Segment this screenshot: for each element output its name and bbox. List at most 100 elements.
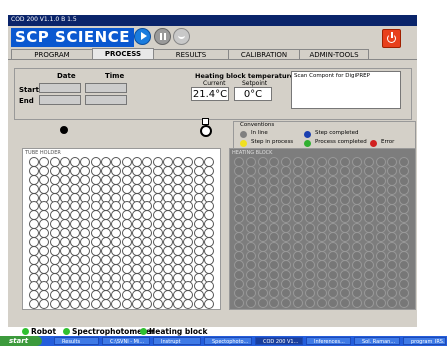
heating-slot[interactable] <box>328 260 339 271</box>
heating-slot[interactable] <box>387 288 398 299</box>
tube-slot[interactable] <box>173 299 184 310</box>
heating-slot[interactable] <box>399 166 410 177</box>
heating-slot[interactable] <box>363 288 374 299</box>
heating-slot[interactable] <box>269 288 280 299</box>
heating-slot[interactable] <box>316 185 327 196</box>
tube-slot[interactable] <box>101 299 112 310</box>
heating-slot[interactable] <box>351 260 362 271</box>
heating-slot[interactable] <box>281 232 292 243</box>
heating-slot[interactable] <box>304 297 315 308</box>
heating-slot[interactable] <box>351 297 362 308</box>
tube-slot[interactable] <box>193 299 204 310</box>
heating-slot[interactable] <box>292 260 303 271</box>
heating-slot[interactable] <box>316 166 327 177</box>
heating-slot[interactable] <box>234 288 244 299</box>
stop-button[interactable] <box>173 28 190 45</box>
heating-slot[interactable] <box>340 232 351 243</box>
heating-slot[interactable] <box>257 166 268 177</box>
heating-slot[interactable] <box>281 297 292 308</box>
heating-slot[interactable] <box>245 213 256 224</box>
tube-slot[interactable] <box>204 299 215 310</box>
tube-slot[interactable] <box>80 299 91 310</box>
heating-slot[interactable] <box>257 260 268 271</box>
heating-slot[interactable] <box>375 288 386 299</box>
heating-slot[interactable] <box>292 297 303 308</box>
heating-slot[interactable] <box>375 260 386 271</box>
heating-slot[interactable] <box>363 213 374 224</box>
heating-slot[interactable] <box>399 185 410 196</box>
heating-slot[interactable] <box>245 185 256 196</box>
heating-slot[interactable] <box>304 232 315 243</box>
heating-slot[interactable] <box>234 166 244 177</box>
play-button[interactable] <box>134 28 151 45</box>
heating-slot[interactable] <box>269 232 280 243</box>
heating-slot[interactable] <box>292 232 303 243</box>
heating-slot[interactable] <box>304 166 315 177</box>
heating-slot[interactable] <box>257 297 268 308</box>
heating-slot[interactable] <box>363 297 374 308</box>
heating-slot[interactable] <box>245 297 256 308</box>
heating-slot[interactable] <box>281 185 292 196</box>
heating-slot[interactable] <box>304 185 315 196</box>
heating-slot[interactable] <box>399 260 410 271</box>
taskbar-item[interactable]: C:\SVNI - Mi... <box>102 337 150 345</box>
tube-slot[interactable] <box>49 299 60 310</box>
heating-slot[interactable] <box>351 185 362 196</box>
heating-slot[interactable] <box>340 185 351 196</box>
heating-slot[interactable] <box>281 288 292 299</box>
taskbar-item-active[interactable]: COD 200 V1... <box>255 337 303 345</box>
heating-slot[interactable] <box>340 166 351 177</box>
heating-slot[interactable] <box>304 213 315 224</box>
tube-slot[interactable] <box>111 299 122 310</box>
heating-slot[interactable] <box>257 232 268 243</box>
tube-slot[interactable] <box>29 299 39 310</box>
heating-slot[interactable] <box>387 260 398 271</box>
heating-slot[interactable] <box>340 260 351 271</box>
heating-slot[interactable] <box>257 213 268 224</box>
tube-slot[interactable] <box>59 299 70 310</box>
heating-slot[interactable] <box>363 232 374 243</box>
tube-slot[interactable] <box>142 299 153 310</box>
taskbar-item[interactable]: Spectophoto... <box>204 337 252 345</box>
heating-slot[interactable] <box>257 185 268 196</box>
tube-slot[interactable] <box>90 299 101 310</box>
heating-slot[interactable] <box>269 297 280 308</box>
tube-slot[interactable] <box>183 299 194 310</box>
tube-slot[interactable] <box>131 299 142 310</box>
heating-slot[interactable] <box>292 213 303 224</box>
tube-slot[interactable] <box>70 299 81 310</box>
heating-slot[interactable] <box>316 232 327 243</box>
heating-slot[interactable] <box>399 232 410 243</box>
heating-slot[interactable] <box>328 297 339 308</box>
heating-slot[interactable] <box>269 166 280 177</box>
heating-slot[interactable] <box>351 232 362 243</box>
heating-slot[interactable] <box>387 232 398 243</box>
heating-slot[interactable] <box>328 185 339 196</box>
heating-slot[interactable] <box>245 288 256 299</box>
heating-slot[interactable] <box>351 213 362 224</box>
heating-slot[interactable] <box>234 232 244 243</box>
heating-slot[interactable] <box>375 166 386 177</box>
taskbar-item[interactable]: Inferences... <box>306 337 351 345</box>
heating-slot[interactable] <box>328 232 339 243</box>
heating-slot[interactable] <box>387 185 398 196</box>
heating-slot[interactable] <box>340 288 351 299</box>
taskbar-item[interactable]: Results <box>54 337 99 345</box>
tube-slot[interactable] <box>152 299 163 310</box>
heating-slot[interactable] <box>399 213 410 224</box>
heating-slot[interactable] <box>257 288 268 299</box>
heating-slot[interactable] <box>292 185 303 196</box>
heating-slot[interactable] <box>234 185 244 196</box>
start-button[interactable]: start <box>0 336 42 346</box>
heating-slot[interactable] <box>363 185 374 196</box>
heating-slot[interactable] <box>328 166 339 177</box>
heating-slot[interactable] <box>375 297 386 308</box>
heating-slot[interactable] <box>387 213 398 224</box>
tube-slot[interactable] <box>121 299 132 310</box>
heating-slot[interactable] <box>399 288 410 299</box>
heating-slot[interactable] <box>234 297 244 308</box>
heating-slot[interactable] <box>304 288 315 299</box>
heating-slot[interactable] <box>340 297 351 308</box>
heating-slot[interactable] <box>363 260 374 271</box>
tube-slot[interactable] <box>162 299 173 310</box>
